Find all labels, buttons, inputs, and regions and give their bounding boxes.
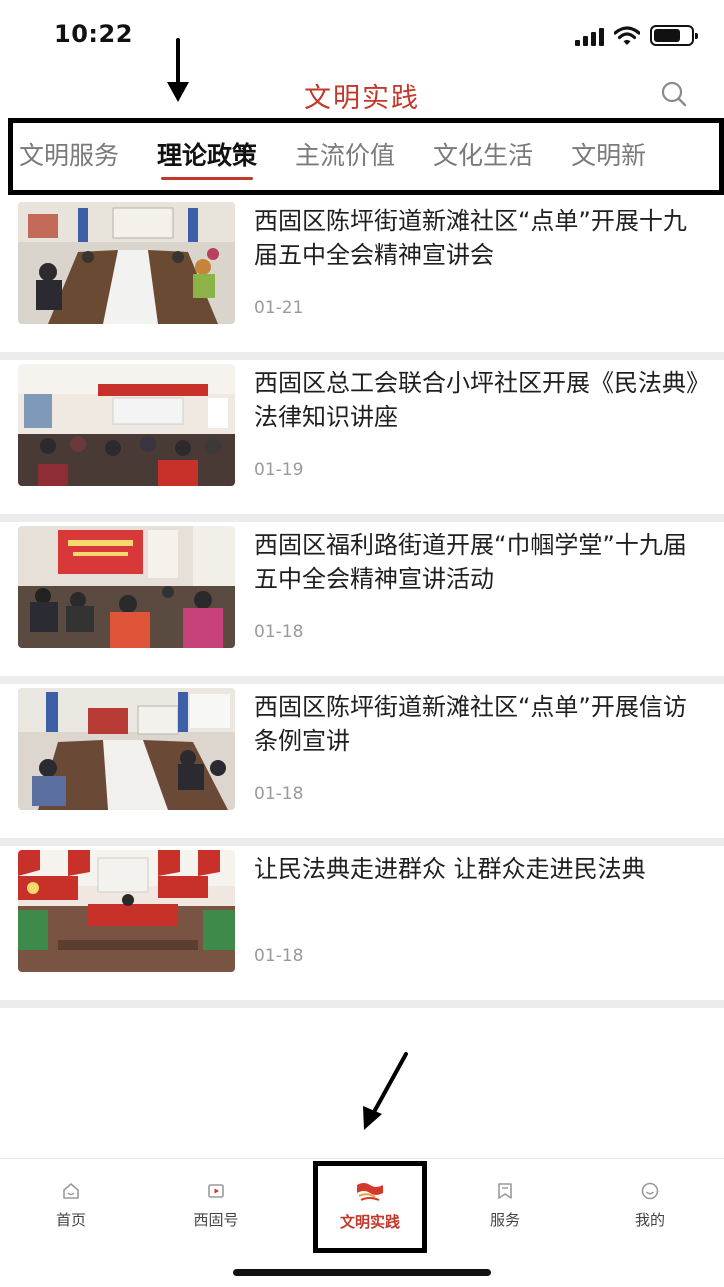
nav-label: 首页 — [55, 1211, 86, 1229]
news-date: 01-18 — [254, 784, 304, 804]
news-title: 西固区福利路街道开展“巾帼学堂”十九届五中全会精神宣讲活动 — [254, 531, 687, 593]
news-thumbnail — [18, 526, 235, 648]
news-title: 西固区陈坪街道新滩社区“点单”开展十九届五中全会精神宣讲会 — [254, 207, 687, 269]
news-item[interactable]: 西固区陈坪街道新滩社区“点单”开展十九届五中全会精神宣讲会 01-21 — [0, 198, 724, 352]
status-bar: 10:22 — [0, 0, 724, 70]
battery-icon — [650, 25, 698, 46]
annotation-arrow-down-icon — [167, 38, 189, 102]
status-time: 10:22 — [54, 20, 133, 48]
page-title: 文明实践 — [304, 83, 420, 114]
nav-xigu-hao[interactable]: 西固号 — [166, 1181, 266, 1230]
nav-home[interactable]: 首页 — [21, 1181, 121, 1230]
separator — [0, 514, 724, 522]
home-icon — [63, 1183, 79, 1199]
news-list: 西固区陈坪街道新滩社区“点单”开展十九届五中全会精神宣讲会 01-21 西固区总… — [0, 198, 724, 1008]
tab-lilun-zhengce[interactable]: 理论政策 — [157, 123, 257, 190]
signal-icon — [575, 28, 604, 46]
news-item[interactable]: 西固区总工会联合小坪社区开展《民法典》法律知识讲座 01-19 — [0, 360, 724, 514]
tab-wenming-fuwu[interactable]: 文明服务 — [19, 123, 119, 190]
category-tab-bar: 文明服务 理论政策 主流价值 文化生活 文明新 — [8, 118, 724, 195]
tab-wenming-xin[interactable]: 文明新 — [571, 123, 646, 190]
tab-zhuliu-jiazhi[interactable]: 主流价值 — [295, 123, 395, 190]
nav-label: 服务 — [489, 1211, 520, 1229]
annotation-arrow-diagonal-icon — [363, 1052, 408, 1130]
news-thumbnail — [18, 364, 235, 486]
news-thumbnail — [18, 202, 235, 324]
separator — [0, 352, 724, 360]
annotation-highlight-box — [313, 1161, 427, 1253]
nav-wode[interactable]: 我的 — [600, 1181, 700, 1230]
user-icon — [641, 1182, 659, 1200]
separator — [0, 1000, 724, 1008]
news-date: 01-19 — [254, 460, 304, 480]
wifi-icon — [614, 26, 640, 45]
nav-fuwu[interactable]: 服务 — [455, 1181, 555, 1230]
news-date: 01-18 — [254, 622, 304, 642]
news-date: 01-18 — [254, 946, 304, 966]
video-icon — [208, 1184, 224, 1198]
home-indicator — [233, 1269, 491, 1276]
news-title: 西固区总工会联合小坪社区开展《民法典》法律知识讲座 — [254, 369, 698, 431]
status-icons — [575, 24, 698, 46]
nav-label: 我的 — [634, 1211, 665, 1229]
news-date: 01-21 — [254, 298, 304, 318]
app-header: 文明实践 — [0, 70, 724, 116]
news-thumbnail — [18, 850, 235, 972]
news-title: 让民法典走进群众 让群众走进民法典 — [254, 855, 646, 883]
separator — [0, 676, 724, 684]
tab-wenhua-shenghuo[interactable]: 文化生活 — [433, 123, 533, 190]
nav-label: 西固号 — [193, 1211, 239, 1229]
bookmark-icon — [498, 1183, 512, 1199]
news-item[interactable]: 西固区陈坪街道新滩社区“点单”开展信访条例宣讲 01-18 — [0, 684, 724, 838]
news-item[interactable]: 让民法典走进群众 让群众走进民法典 01-18 — [0, 846, 724, 1000]
news-title: 西固区陈坪街道新滩社区“点单”开展信访条例宣讲 — [254, 693, 687, 755]
news-thumbnail — [18, 688, 235, 810]
separator — [0, 838, 724, 846]
search-icon[interactable] — [660, 80, 688, 108]
news-item[interactable]: 西固区福利路街道开展“巾帼学堂”十九届五中全会精神宣讲活动 01-18 — [0, 522, 724, 676]
